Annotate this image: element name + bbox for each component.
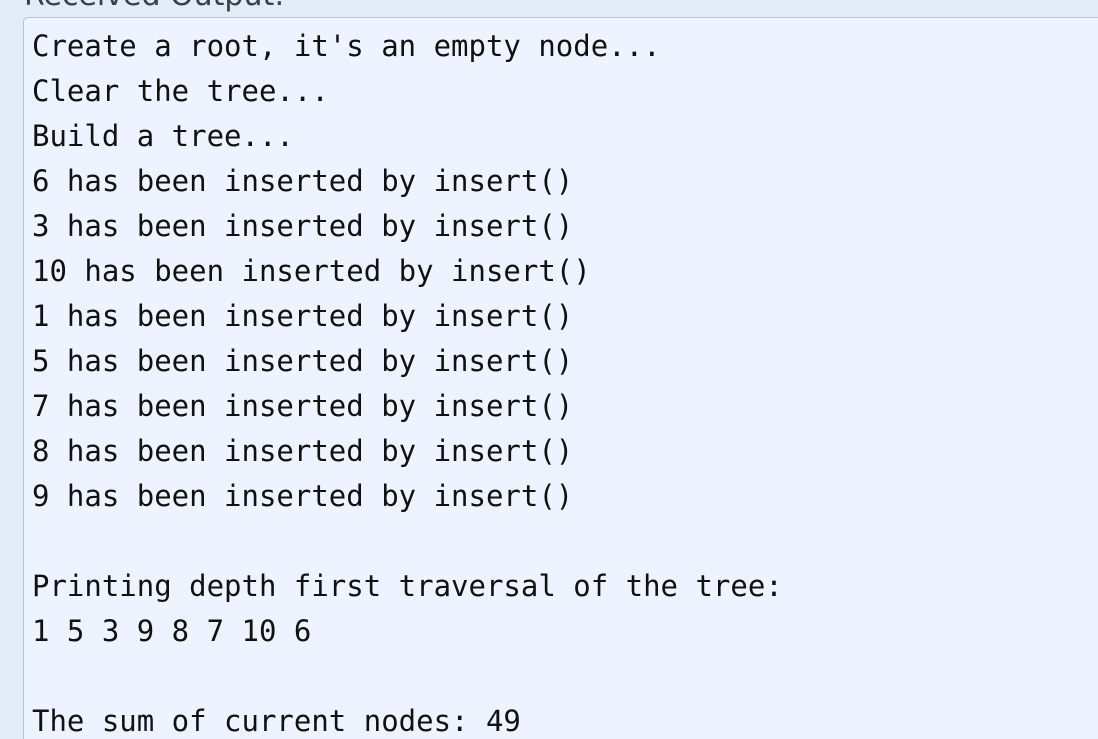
output-line: 5 has been inserted by insert() [32,344,574,378]
received-output-label: Received Output: [24,0,284,14]
output-line: 6 has been inserted by insert() [32,164,574,198]
output-line: 9 has been inserted by insert() [32,479,574,513]
output-line: 1 has been inserted by insert() [32,299,574,333]
output-line: 10 has been inserted by insert() [32,254,591,288]
output-line: Create a root, it's an empty node... [32,29,661,63]
output-text: Create a root, it's an empty node... Clea… [32,24,783,739]
output-line: 1 5 3 9 8 7 10 6 [32,614,312,648]
output-line: 7 has been inserted by insert() [32,389,574,423]
output-panel: Received Output: Create a root, it's an … [0,0,1098,739]
output-line: The sum of current nodes: 49 [32,704,521,738]
output-line: Printing depth first traversal of the tr… [32,569,783,603]
output-line: 8 has been inserted by insert() [32,434,574,468]
output-line: 3 has been inserted by insert() [32,209,574,243]
output-line: Build a tree... [32,119,294,153]
output-line: Clear the tree... [32,74,329,108]
